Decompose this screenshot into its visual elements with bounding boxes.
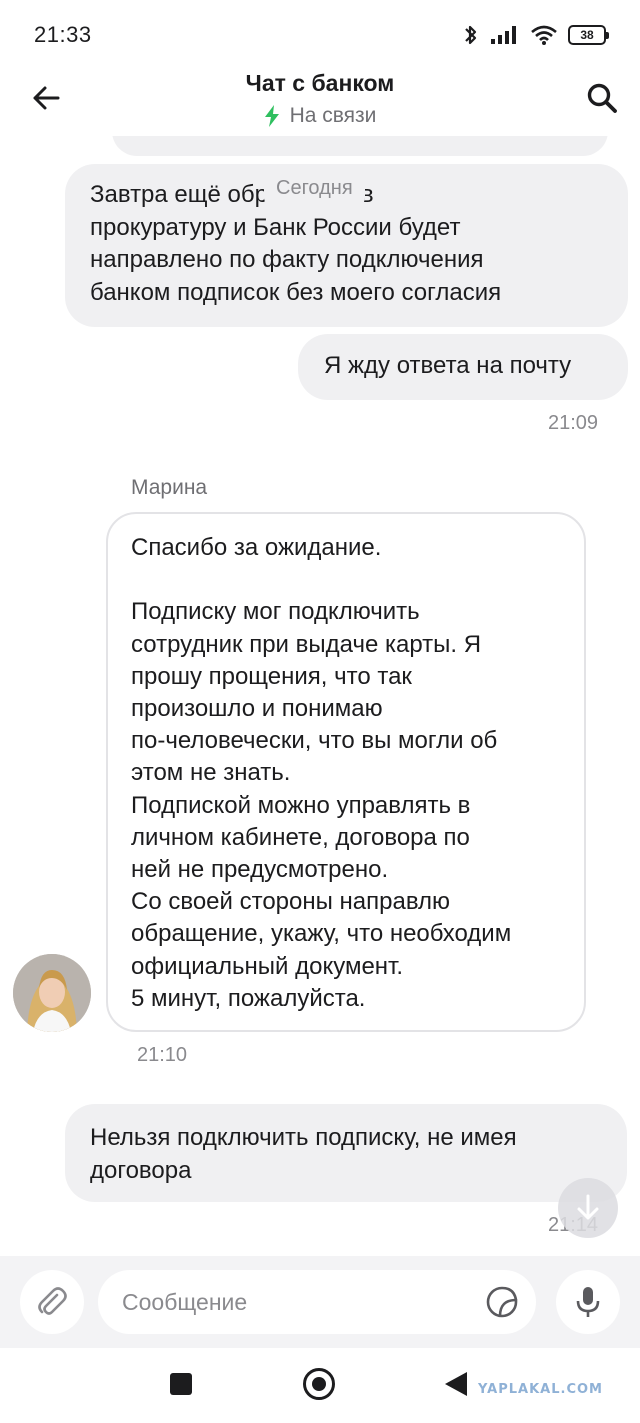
message-time: 21:09	[548, 412, 599, 434]
microphone-icon	[576, 1287, 600, 1317]
message-time: 21:10	[137, 1044, 188, 1066]
status-bar: 21:33 38	[0, 0, 640, 70]
online-status-text: На связи	[289, 104, 377, 127]
wifi-icon	[531, 25, 557, 45]
previous-message-bubble	[112, 136, 608, 156]
battery-level: 38	[580, 28, 594, 42]
arrow-down-icon	[577, 1194, 599, 1220]
microphone-button[interactable]	[556, 1270, 620, 1334]
online-status: На связи	[0, 104, 640, 128]
recent-apps-button[interactable]	[170, 1373, 192, 1395]
status-time: 21:33	[34, 22, 92, 47]
system-navigation-bar: YAPLAKAL.COM	[0, 1348, 640, 1423]
chat-title: Чат с банком	[245, 70, 395, 96]
battery-icon: 38	[568, 25, 609, 45]
search-icon	[587, 83, 617, 113]
chat-header: Чат с банком На связи	[0, 66, 640, 136]
avatar[interactable]	[13, 954, 91, 1032]
message-bubble-incoming[interactable]: Спасибо за ожидание. Подписку мог подклю…	[106, 512, 586, 1032]
paperclip-icon	[38, 1287, 67, 1315]
message-text: Нельзя подключить подписку, не имея дого…	[90, 1124, 517, 1184]
message-text: Спасибо за ожидание. Подписку мог подклю…	[131, 534, 512, 1012]
message-bubble-outgoing[interactable]: Нельзя подключить подписку, не имея дого…	[65, 1104, 627, 1202]
operator-avatar-icon	[13, 954, 91, 1032]
message-text: Я жду ответа на почту	[324, 352, 572, 379]
system-back-button[interactable]	[445, 1372, 467, 1396]
message-composer	[0, 1256, 640, 1348]
search-button[interactable]	[584, 80, 620, 116]
message-input-wrapper	[98, 1270, 536, 1334]
sticker-icon[interactable]	[484, 1284, 520, 1320]
attach-button[interactable]	[20, 1270, 84, 1334]
status-icons: 38	[462, 23, 609, 47]
home-button[interactable]	[303, 1368, 335, 1400]
message-input[interactable]	[122, 1288, 462, 1316]
chat-messages[interactable]: Завтра ещё обращение в прокуратуру и Бан…	[0, 136, 640, 1256]
sender-name: Марина	[131, 476, 208, 499]
bluetooth-icon	[465, 25, 477, 45]
message-bubble-outgoing[interactable]: Я жду ответа на почту	[298, 334, 628, 400]
watermark: YAPLAKAL.COM	[478, 1382, 603, 1397]
date-separator: Сегодня	[264, 175, 365, 209]
scroll-down-button[interactable]	[558, 1178, 618, 1238]
lightning-icon	[264, 105, 279, 127]
signal-icon	[491, 26, 516, 44]
